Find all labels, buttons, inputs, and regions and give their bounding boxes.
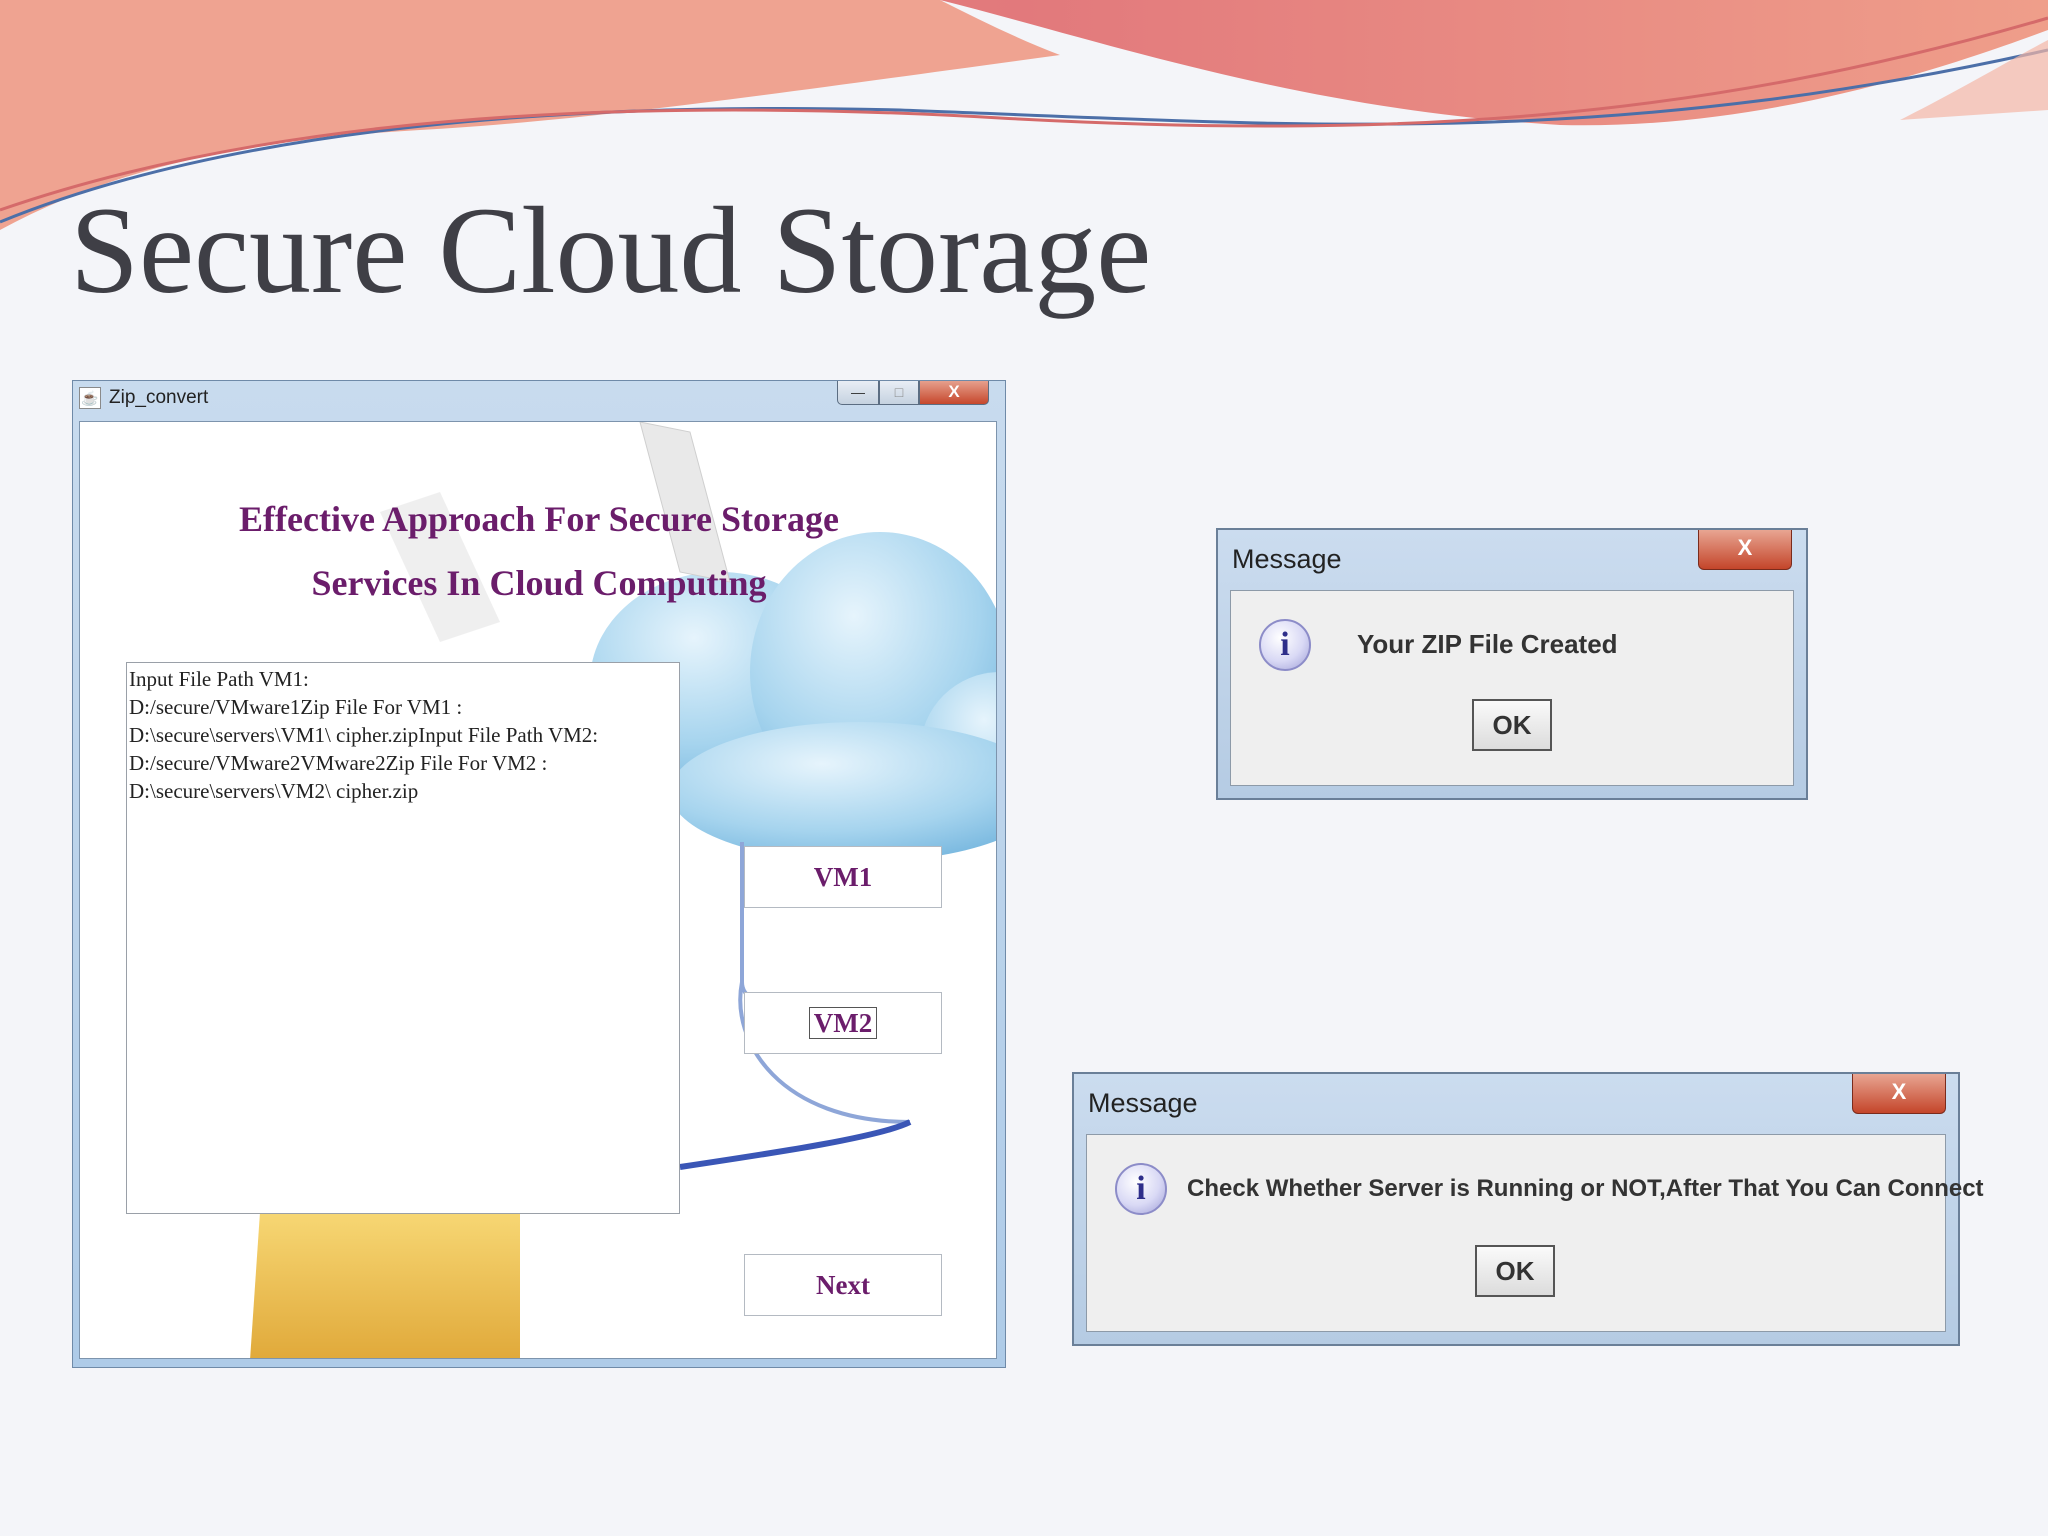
dialog-close-button[interactable]: X	[1852, 1074, 1946, 1114]
vm2-button-label: VM2	[808, 1007, 878, 1039]
vm2-button[interactable]: VM2	[744, 992, 942, 1054]
file-path-log-textarea[interactable]: Input File Path VM1: D:/secure/VMware1Zi…	[126, 662, 680, 1214]
dialog-message: Check Whether Server is Running or NOT,A…	[1187, 1175, 1984, 1202]
maximize-button[interactable]: □	[879, 381, 919, 405]
minimize-button[interactable]: —	[837, 381, 879, 405]
window-titlebar[interactable]: ☕ Zip_convert — □ X	[73, 381, 1005, 419]
dialog-title: Message	[1088, 1088, 1198, 1118]
dialog-body: i Check Whether Server is Running or NOT…	[1086, 1134, 1984, 1332]
next-button[interactable]: Next	[744, 1254, 942, 1316]
zip-created-dialog: Message X i Your ZIP File Created OK	[1216, 528, 1808, 800]
window-content: Effective Approach For Secure Storage Se…	[79, 421, 997, 1359]
ok-button[interactable]: OK	[1475, 1245, 1555, 1297]
window-title: Zip_convert	[109, 387, 209, 408]
ok-button[interactable]: OK	[1472, 699, 1552, 751]
zip-convert-window: ☕ Zip_convert — □ X Effective Approach F…	[72, 380, 1006, 1368]
dialog-body: i Your ZIP File Created OK	[1230, 590, 1794, 786]
window-close-button[interactable]: X	[919, 381, 989, 405]
dialog-close-button[interactable]: X	[1698, 530, 1792, 570]
dialog-message: Your ZIP File Created	[1357, 629, 1618, 659]
app-heading-line1: Effective Approach For Secure Storage	[239, 499, 839, 539]
java-cup-icon: ☕	[79, 387, 101, 409]
app-heading-line2: Services In Cloud Computing	[311, 563, 767, 603]
server-check-dialog: Message X i Check Whether Server is Runn…	[1072, 1072, 1984, 1346]
info-icon: i	[1259, 619, 1311, 671]
slide-title: Secure Cloud Storage	[70, 182, 1152, 319]
vm1-button[interactable]: VM1	[744, 846, 942, 908]
info-icon: i	[1115, 1163, 1167, 1215]
dialog-title: Message	[1232, 544, 1342, 574]
